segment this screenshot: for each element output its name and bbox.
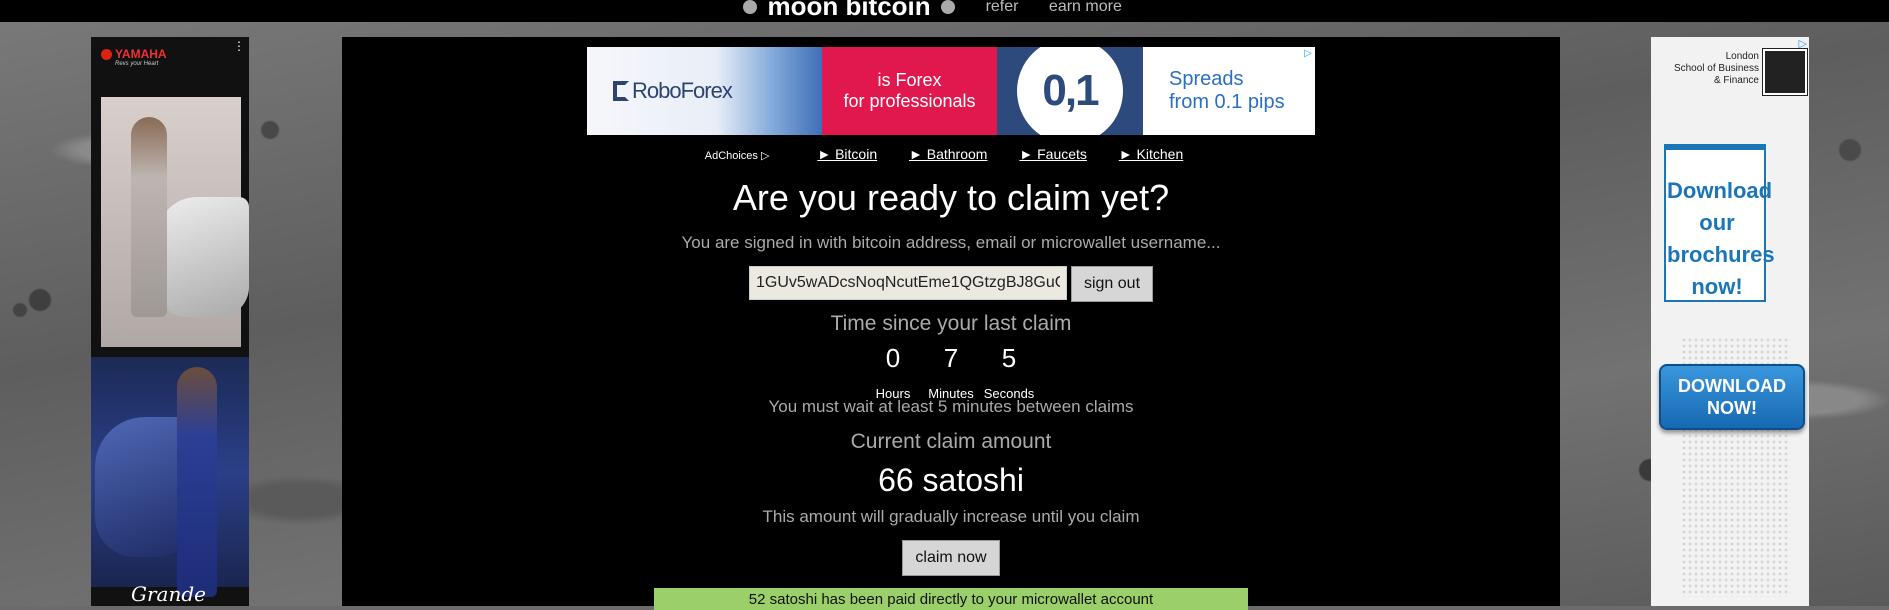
download-now-button[interactable]: DOWNLOAD NOW!	[1659, 364, 1805, 430]
ad-links-row: AdChoices ▷ ► Bitcoin ► Bathroom ► Fauce…	[342, 146, 1560, 162]
ad-model-name: Grande	[131, 582, 206, 606]
timer-seconds: 5 Seconds	[983, 343, 1035, 401]
main-panel: RoboForex is Forex for professionals 0,1…	[342, 37, 1560, 610]
address-row: sign out	[342, 266, 1560, 302]
roboforex-logo: RoboForex	[587, 47, 822, 135]
roboforex-logo-icon	[613, 81, 629, 101]
ad-scooter-image	[157, 197, 249, 317]
right-ad-lsbf[interactable]: ▷ London School of Business & Finance Do…	[1651, 37, 1809, 606]
lsbf-logo: London School of Business & Finance	[1673, 51, 1759, 86]
increase-note: This amount will gradually increase unti…	[762, 507, 1140, 526]
wait-note: You must wait at least 5 minutes between…	[768, 397, 1134, 416]
sign-out-button[interactable]: sign out	[1070, 266, 1154, 302]
page-title: Are you ready to claim yet?	[732, 177, 1170, 218]
nav-link-refer[interactable]: refer	[986, 0, 1019, 15]
timer-hours: 0 Hours	[875, 343, 911, 401]
claim-amount-title: Current claim amount	[850, 430, 1052, 453]
logo-dot-icon	[743, 0, 757, 14]
payment-message: 52 satoshi has been paid directly to you…	[654, 588, 1248, 610]
top-nav-bar: moon bitcoin refer earn more	[0, 0, 1889, 22]
download-brochures-text: Download our brochures now!	[1667, 178, 1775, 299]
ad-info-icon[interactable]: ⋮	[233, 39, 245, 53]
left-ad-yamaha[interactable]: YAMAHA Revs your Heart ⋮ Grande	[91, 37, 249, 606]
claim-amount: 66 satoshi	[878, 462, 1024, 498]
signed-in-text: You are signed in with bitcoin address, …	[681, 233, 1221, 252]
claim-timer: 0 Hours 7 Minutes 5 Seconds	[342, 343, 1560, 401]
yamaha-logo: YAMAHA Revs your Heart	[101, 47, 181, 67]
claim-now-button[interactable]: claim now	[902, 540, 1000, 576]
ad-model-image	[177, 367, 217, 597]
site-brand[interactable]: moon bitcoin	[767, 0, 930, 21]
timer-minutes: 7 Minutes	[928, 343, 974, 401]
ad-link-faucets[interactable]: ► Faucets	[1019, 146, 1087, 162]
ad-link-kitchen[interactable]: ► Kitchen	[1119, 146, 1183, 162]
banner-spreads-text: Spreads from 0.1 pips	[1143, 47, 1315, 135]
ad-link-bathroom[interactable]: ► Bathroom	[909, 146, 987, 162]
claim-button-row: claim now	[342, 540, 1560, 576]
nav: moon bitcoin refer earn more	[743, 0, 1122, 21]
banner-slogan: is Forex for professionals	[822, 47, 997, 135]
banner-number-circle: 0,1	[997, 47, 1143, 135]
ad-model-image	[131, 117, 167, 317]
nav-link-earn-more[interactable]: earn more	[1049, 0, 1122, 15]
ad-link-bitcoin[interactable]: ► Bitcoin	[817, 146, 877, 162]
lsbf-crest-icon	[1763, 49, 1807, 95]
adchoices-label[interactable]: AdChoices ▷	[705, 150, 770, 162]
bitcoin-address-field[interactable]	[748, 266, 1067, 300]
time-since-title: Time since your last claim	[830, 312, 1072, 335]
logo-dot-icon	[941, 0, 956, 14]
adchoices-icon[interactable]: ▷	[1301, 47, 1315, 61]
roboforex-banner-ad[interactable]: RoboForex is Forex for professionals 0,1…	[587, 47, 1315, 135]
